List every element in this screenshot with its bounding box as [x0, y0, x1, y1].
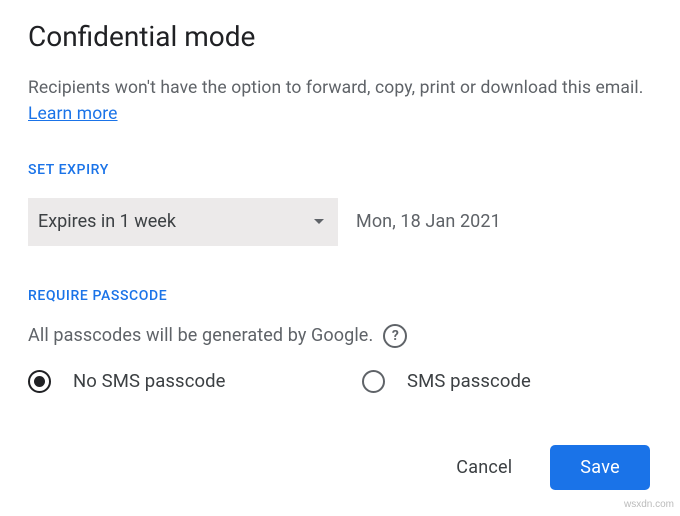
help-icon[interactable]: ?: [383, 324, 407, 348]
cancel-button[interactable]: Cancel: [448, 447, 520, 488]
radio-selected-icon: [28, 370, 51, 393]
radio-sms-label: SMS passcode: [407, 370, 531, 392]
radio-no-sms-label: No SMS passcode: [73, 370, 226, 392]
radio-dot-icon: [34, 376, 45, 387]
learn-more-link[interactable]: Learn more: [28, 104, 118, 124]
dialog-description: Recipients won't have the option to forw…: [28, 75, 652, 128]
watermark: wsxdn.com: [624, 499, 674, 510]
dialog-button-row: Cancel Save: [28, 445, 652, 490]
passcode-radio-group: No SMS passcode SMS passcode: [28, 370, 652, 393]
expiry-selected-value: Expires in 1 week: [38, 211, 176, 232]
passcode-description-row: All passcodes will be generated by Googl…: [28, 324, 652, 348]
set-expiry-label: SET EXPIRY: [28, 162, 652, 178]
radio-no-sms-passcode[interactable]: No SMS passcode: [28, 370, 362, 393]
radio-sms-passcode[interactable]: SMS passcode: [362, 370, 531, 393]
save-button[interactable]: Save: [550, 445, 650, 490]
require-passcode-label: REQUIRE PASSCODE: [28, 288, 652, 304]
expiry-dropdown[interactable]: Expires in 1 week: [28, 198, 338, 246]
passcode-description: All passcodes will be generated by Googl…: [28, 325, 373, 346]
expiry-date: Mon, 18 Jan 2021: [356, 211, 501, 232]
description-text: Recipients won't have the option to forw…: [28, 78, 643, 98]
radio-unselected-icon: [362, 370, 385, 393]
expiry-row: Expires in 1 week Mon, 18 Jan 2021: [28, 198, 652, 246]
chevron-down-icon: [314, 219, 324, 224]
dialog-title: Confidential mode: [28, 20, 652, 53]
